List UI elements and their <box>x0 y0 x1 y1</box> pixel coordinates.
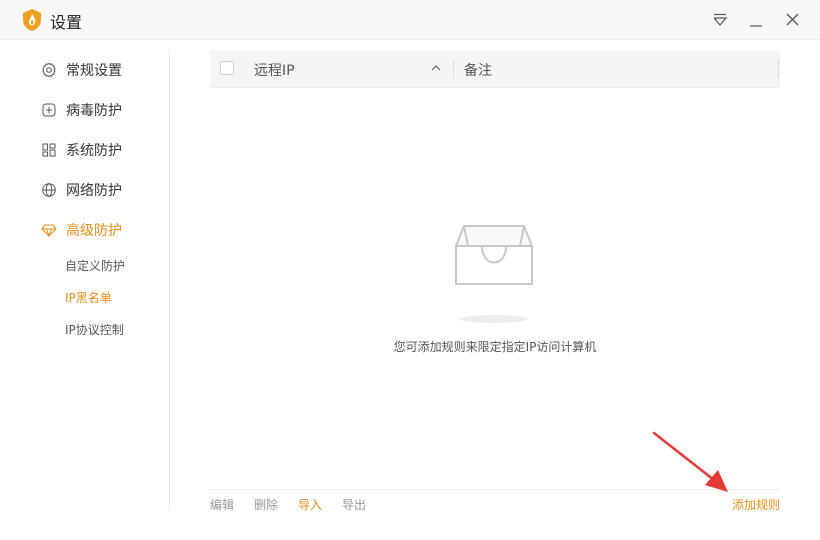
minimize-icon <box>750 25 762 27</box>
sub-item-ip-protocol-control[interactable]: IP协议控制 <box>65 321 124 338</box>
sidebar-item-general[interactable]: 常规设置 <box>40 58 160 82</box>
window-title: 设置 <box>50 13 83 32</box>
globe-icon <box>40 181 58 199</box>
delete-button[interactable]: 删除 <box>254 496 278 513</box>
export-button[interactable]: 导出 <box>342 496 366 513</box>
app-logo-icon <box>23 9 41 31</box>
column-note[interactable]: 备注 <box>464 60 492 80</box>
sidebar-divider <box>169 50 170 510</box>
title-bar: 设置 <box>0 0 820 40</box>
sub-item-custom-protection[interactable]: 自定义防护 <box>65 257 125 274</box>
dropdown-menu-button[interactable] <box>708 8 732 32</box>
sidebar-item-advanced[interactable]: 高级防护 <box>40 218 160 242</box>
select-all-checkbox[interactable] <box>220 61 234 75</box>
dropdown-menu-icon <box>713 13 728 26</box>
empty-state-text: 您可添加规则来限定指定IP访问计算机 <box>393 340 597 354</box>
sidebar-item-label: 病毒防护 <box>66 103 122 119</box>
import-button[interactable]: 导入 <box>298 496 322 513</box>
chevron-up-icon[interactable] <box>430 62 442 74</box>
empty-inbox-icon <box>454 225 534 323</box>
sidebar-item-label: 网络防护 <box>66 183 122 199</box>
red-arrow-annotation-icon <box>652 431 728 492</box>
sidebar-item-virus[interactable]: 病毒防护 <box>40 98 160 122</box>
sidebar-item-network[interactable]: 网络防护 <box>40 178 160 202</box>
grid-icon <box>40 141 58 159</box>
sidebar-item-system[interactable]: 系统防护 <box>40 138 160 162</box>
edit-button[interactable]: 编辑 <box>210 496 234 513</box>
sub-item-ip-blacklist[interactable]: IP黑名单 <box>65 289 112 306</box>
minimize-button[interactable] <box>744 8 768 32</box>
sidebar-item-label: 常规设置 <box>66 63 122 79</box>
table-header: 远程IP 备注 <box>210 50 780 88</box>
sidebar-item-label: 系统防护 <box>66 143 122 159</box>
gear-icon <box>40 61 58 79</box>
sidebar-item-label: 高级防护 <box>66 223 122 239</box>
diamond-icon <box>40 221 58 239</box>
column-remote-ip[interactable]: 远程IP <box>254 60 295 80</box>
plus-square-icon <box>40 101 58 119</box>
column-divider[interactable] <box>453 60 454 78</box>
close-button[interactable] <box>780 8 804 32</box>
column-divider[interactable] <box>778 60 779 78</box>
settings-window: 设置 常规设置 病毒防护 系统防护 网络防护 高级防护 自定义防护 IP黑名单 … <box>0 0 820 540</box>
close-icon <box>786 13 799 26</box>
